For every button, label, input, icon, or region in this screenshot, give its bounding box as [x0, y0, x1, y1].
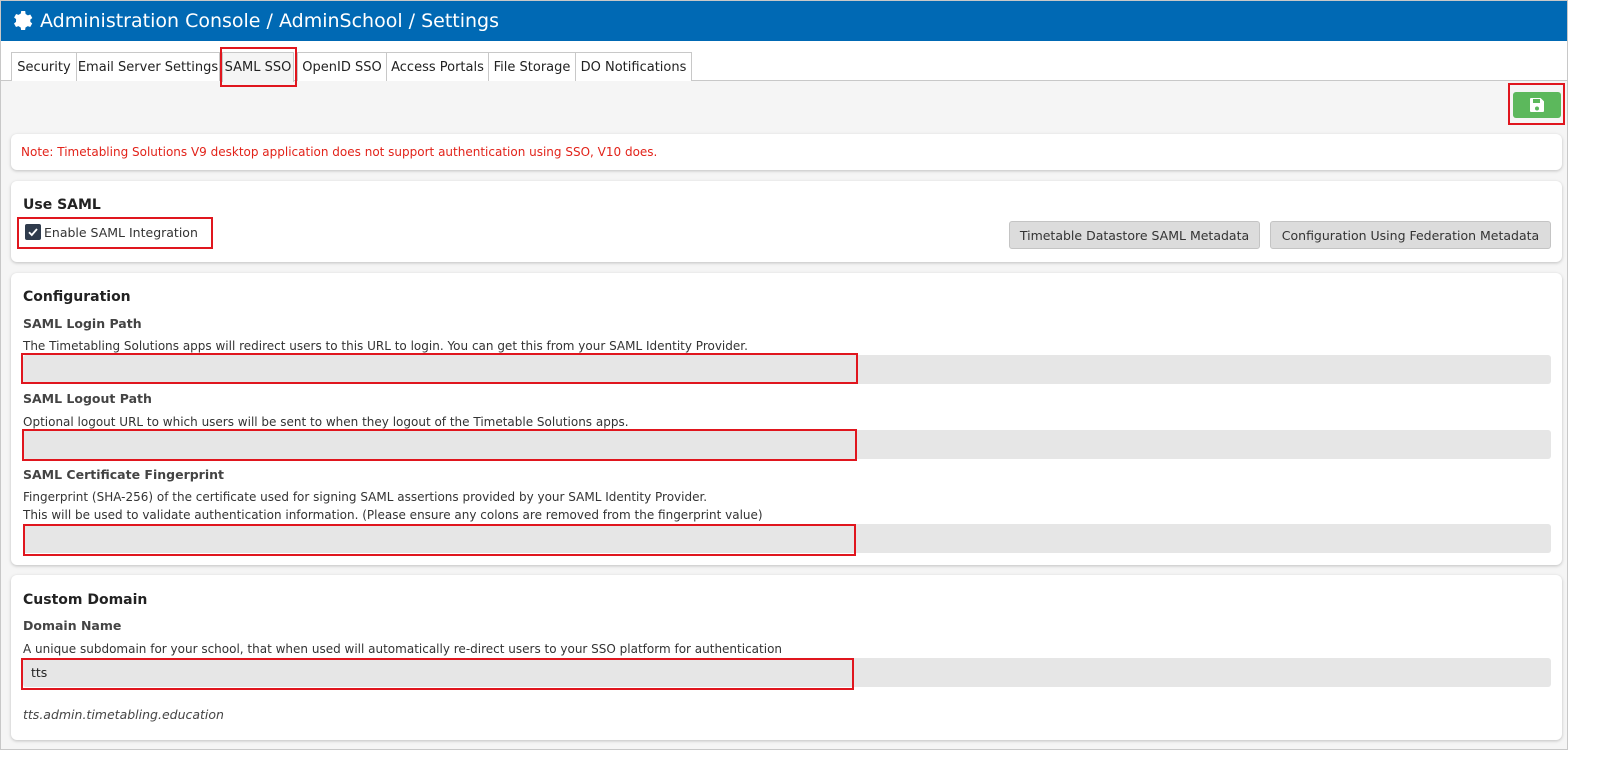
saml-fingerprint-description: Fingerprint (SHA-256) of the certificate… — [23, 490, 708, 504]
tab-do-notifications[interactable]: DO Notifications — [575, 52, 692, 81]
saml-fingerprint-label: SAML Certificate Fingerprint — [23, 467, 225, 482]
domain-name-description: A unique subdomain for your school, that… — [23, 642, 783, 656]
floppy-disk-icon — [1530, 98, 1544, 112]
tab-openid-sso[interactable]: OpenID SSO — [297, 52, 387, 81]
note-panel: Note: Timetabling Solutions V9 desktop a… — [11, 134, 1562, 170]
saml-metadata-button[interactable]: Timetable Datastore SAML Metadata — [1009, 221, 1260, 249]
tab-label: OpenID SSO — [302, 59, 382, 75]
tab-label: Email Server Settings — [77, 59, 219, 75]
tab-security[interactable]: Security — [11, 52, 77, 81]
custom-domain-panel: Custom Domain Domain Name A unique subdo… — [11, 575, 1562, 740]
saml-login-path-input[interactable] — [23, 355, 1551, 384]
saml-logout-path-label: SAML Logout Path — [23, 391, 152, 406]
domain-preview: tts.admin.timetabling.education — [23, 707, 224, 722]
saml-login-path-label: SAML Login Path — [23, 316, 142, 331]
federation-metadata-button[interactable]: Configuration Using Federation Metadata — [1270, 221, 1551, 249]
tab-label: Security — [17, 59, 71, 75]
saml-logout-path-description: Optional logout URL to which users will … — [23, 415, 629, 429]
saml-fingerprint-input[interactable] — [23, 524, 1551, 553]
sso-note: Note: Timetabling Solutions V9 desktop a… — [21, 145, 658, 159]
use-saml-title: Use SAML — [23, 197, 101, 213]
tab-saml-sso[interactable]: SAML SSO — [222, 52, 294, 82]
saml-logout-path-input[interactable] — [23, 430, 1551, 459]
checkmark-icon — [28, 228, 38, 237]
settings-tabs: Security Email Server Settings SAML SSO … — [1, 41, 1567, 87]
header-bar: Administration Console / AdminSchool / S… — [1, 1, 1567, 41]
tab-label: DO Notifications — [580, 59, 687, 75]
tab-label: File Storage — [493, 59, 571, 75]
saml-fingerprint-description-2: This will be used to validate authentica… — [23, 508, 763, 522]
saml-login-path-description: The Timetabling Solutions apps will redi… — [23, 339, 748, 353]
save-button[interactable] — [1513, 92, 1561, 118]
settings-window: Administration Console / AdminSchool / S… — [0, 0, 1568, 750]
custom-domain-title: Custom Domain — [23, 592, 148, 608]
enable-saml-label[interactable]: Enable SAML Integration — [44, 225, 198, 240]
tab-email-server-settings[interactable]: Email Server Settings — [76, 52, 220, 81]
domain-name-label: Domain Name — [23, 618, 122, 633]
tab-label: Access Portals — [391, 59, 484, 75]
configuration-panel: Configuration SAML Login Path The Timeta… — [11, 273, 1562, 565]
tab-file-storage[interactable]: File Storage — [488, 52, 576, 81]
page-title: Administration Console / AdminSchool / S… — [40, 10, 500, 32]
gear-icon — [14, 11, 33, 30]
configuration-title: Configuration — [23, 289, 131, 305]
enable-saml-checkbox[interactable] — [25, 224, 41, 240]
tab-access-portals[interactable]: Access Portals — [386, 52, 489, 81]
domain-name-input[interactable] — [23, 658, 1551, 687]
tab-label: SAML SSO — [224, 60, 292, 75]
use-saml-panel: Use SAML Enable SAML Integration Timetab… — [11, 181, 1562, 262]
